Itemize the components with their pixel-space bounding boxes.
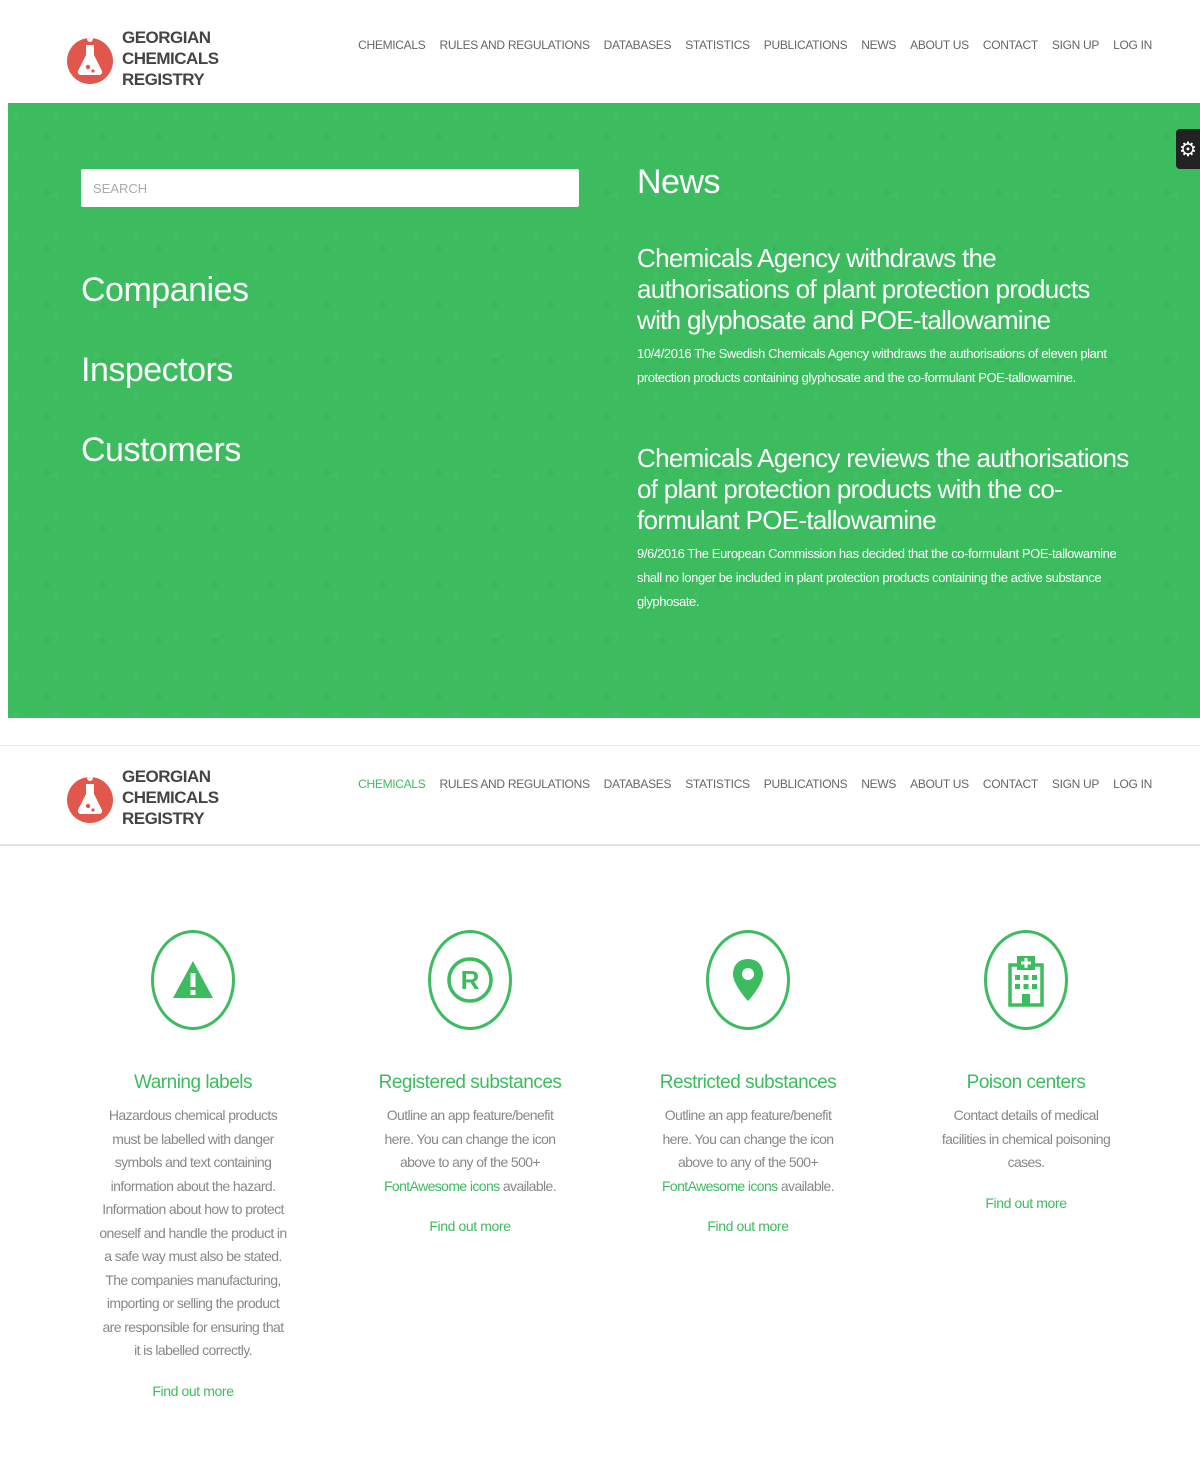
find-out-more-link[interactable]: Find out more — [93, 1383, 293, 1399]
hospital-icon — [984, 930, 1068, 1030]
link-inspectors[interactable]: Inspectors — [81, 351, 233, 390]
find-out-more-link[interactable]: Find out more — [370, 1218, 570, 1234]
feature-title: Restricted substances — [659, 1072, 837, 1093]
find-out-more-link[interactable]: Find out more — [648, 1218, 848, 1234]
feature-text: Outline an app feature/benefit here. You… — [661, 1104, 836, 1198]
main-nav: CHEMICALS RULES AND REGULATIONS DATABASE… — [358, 777, 1152, 791]
news-item-body: 10/4/2016 The Swedish Chemicals Agency w… — [637, 346, 1107, 385]
feature-text: Hazardous chemical products must be labe… — [99, 1107, 287, 1358]
nav-item-rules[interactable]: RULES AND REGULATIONS — [439, 38, 589, 52]
site-header: GEORGIAN CHEMICALS REGISTRY CHEMICALS RU… — [0, 0, 1200, 100]
brand-logo[interactable]: GEORGIAN CHEMICALS REGISTRY — [66, 766, 219, 829]
news-item-title[interactable]: Chemicals Agency withdraws the authorisa… — [637, 243, 1137, 336]
nav-item-chemicals[interactable]: CHEMICALS — [358, 38, 426, 52]
nav-item-signup[interactable]: SIGN UP — [1052, 38, 1100, 52]
nav-item-rules[interactable]: RULES AND REGULATIONS — [439, 777, 589, 791]
nav-item-signup[interactable]: SIGN UP — [1052, 777, 1100, 791]
nav-item-statistics[interactable]: STATISTICS — [685, 777, 750, 791]
fontawesome-link[interactable]: FontAwesome icons — [662, 1178, 778, 1194]
hero-section: Companies Inspectors Customers News Chem… — [8, 103, 1200, 718]
nav-item-statistics[interactable]: STATISTICS — [685, 38, 750, 52]
warning-icon — [151, 930, 235, 1030]
nav-item-databases[interactable]: DATABASES — [604, 777, 672, 791]
nav-item-contact[interactable]: CONTACT — [983, 777, 1038, 791]
brand-name-line: REGISTRY — [122, 809, 205, 828]
brand-name: GEORGIAN CHEMICALS REGISTRY — [122, 766, 219, 829]
feature-text-part: available. — [777, 1177, 835, 1194]
nav-item-contact[interactable]: CONTACT — [983, 38, 1038, 52]
feature-poison-centers: Poison centers Contact details of medica… — [926, 930, 1126, 1211]
link-customers[interactable]: Customers — [81, 431, 241, 470]
news-heading: News — [637, 163, 721, 201]
nav-item-news[interactable]: NEWS — [861, 777, 896, 791]
feature-text-part: Outline an app feature/benefit here. You… — [384, 1107, 557, 1170]
fontawesome-link[interactable]: FontAwesome icons — [384, 1178, 500, 1194]
news-item-title[interactable]: Chemicals Agency reviews the authorisati… — [637, 443, 1137, 536]
news-item: Chemicals Agency withdraws the authorisa… — [637, 243, 1137, 390]
link-companies[interactable]: Companies — [81, 271, 249, 310]
brand-name-line: GEORGIAN — [122, 767, 211, 786]
nav-item-news[interactable]: NEWS — [861, 38, 896, 52]
feature-text-part: Outline an app feature/benefit here. You… — [662, 1107, 835, 1170]
gear-icon[interactable]: ⚙ — [1176, 129, 1200, 169]
brand-name-line: GEORGIAN — [122, 28, 211, 47]
nav-item-about[interactable]: ABOUT US — [910, 777, 969, 791]
flask-icon — [66, 768, 114, 828]
nav-item-publications[interactable]: PUBLICATIONS — [764, 777, 848, 791]
brand-logo[interactable]: GEORGIAN CHEMICALS REGISTRY — [66, 27, 219, 90]
site-header-sticky: GEORGIAN CHEMICALS REGISTRY CHEMICALS RU… — [0, 745, 1200, 846]
feature-title: Poison centers — [966, 1072, 1086, 1093]
feature-title: Warning labels — [134, 1072, 252, 1093]
main-nav: CHEMICALS RULES AND REGULATIONS DATABASE… — [358, 38, 1152, 52]
feature-title: Registered substances — [378, 1072, 562, 1093]
find-out-more-link[interactable]: Find out more — [926, 1195, 1126, 1211]
nav-item-about[interactable]: ABOUT US — [910, 38, 969, 52]
map-marker-icon — [706, 930, 790, 1030]
nav-item-publications[interactable]: PUBLICATIONS — [764, 38, 848, 52]
nav-item-login[interactable]: LOG IN — [1113, 38, 1152, 52]
registered-icon: R — [428, 930, 512, 1030]
nav-item-databases[interactable]: DATABASES — [604, 38, 672, 52]
news-item: Chemicals Agency reviews the authorisati… — [637, 443, 1137, 614]
feature-text: Contact details of medical facilities in… — [941, 1107, 1111, 1170]
brand-name-line: REGISTRY — [122, 70, 205, 89]
feature-text-part: available. — [499, 1177, 557, 1194]
feature-restricted-substances: Restricted substances Outline an app fea… — [648, 930, 848, 1234]
brand-name-line: CHEMICALS — [122, 49, 219, 68]
feature-text: Outline an app feature/benefit here. You… — [383, 1104, 558, 1198]
search-input[interactable] — [81, 169, 579, 207]
brand-name-line: CHEMICALS — [122, 788, 219, 807]
nav-item-chemicals[interactable]: CHEMICALS — [358, 777, 426, 791]
svg-text:R: R — [461, 965, 480, 995]
flask-icon — [66, 29, 114, 89]
nav-item-login[interactable]: LOG IN — [1113, 777, 1152, 791]
feature-warning-labels: Warning labels Hazardous chemical produc… — [93, 930, 293, 1399]
feature-registered-substances: R Registered substances Outline an app f… — [370, 930, 570, 1234]
news-item-body: 9/6/2016 The European Commission has dec… — [637, 546, 1117, 609]
brand-name: GEORGIAN CHEMICALS REGISTRY — [122, 27, 219, 90]
